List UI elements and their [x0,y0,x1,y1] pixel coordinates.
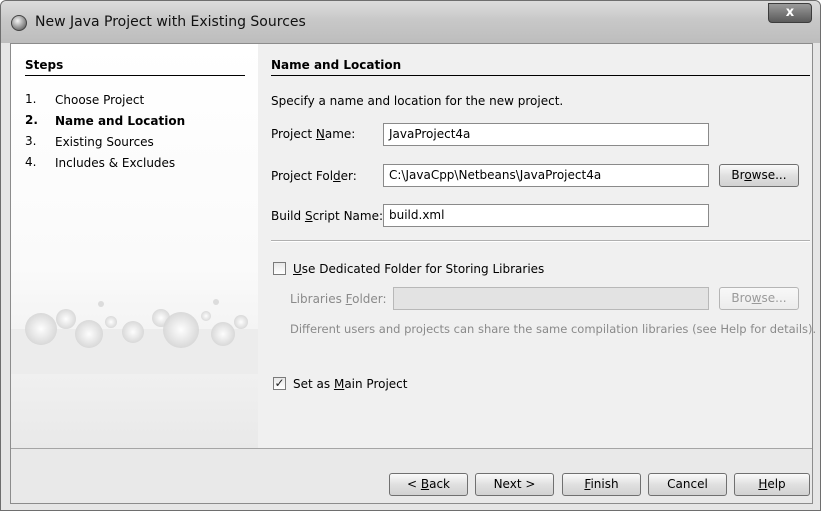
button-text: wse... [751,168,787,182]
mnemonic: w [751,291,762,305]
title-bar[interactable]: New Java Project with Existing Sources x [1,1,820,43]
libraries-folder-label: Libraries Folder: [290,292,387,306]
dialog-client-area: Steps 1. Choose Project 2. Name and Loca… [10,43,816,504]
step-includes-excludes: 4. Includes & Excludes [25,155,250,173]
mnemonic: B [420,477,430,491]
step-label: Includes & Excludes [55,156,176,170]
project-folder-input[interactable]: C:\JavaCpp\Netbeans\JavaProject4a [383,164,709,187]
label-text: ame: [324,127,356,141]
main-project-label[interactable]: Set as Main Project [293,377,407,391]
finish-button[interactable]: Finish [562,473,641,496]
step-number: 4. [25,155,37,169]
label-text: Project Fol [271,169,334,183]
step-label: Existing Sources [55,135,154,149]
step-choose-project: 1. Choose Project [25,92,250,110]
section-heading: Name and Location [271,58,810,76]
checkmark-icon: ✓ [274,376,285,390]
step-number: 2. [25,113,38,127]
dedicated-folder-label[interactable]: Use Dedicated Folder for Storing Librari… [293,262,544,276]
button-text: Br [731,168,745,182]
label-text: se Dedicated Folder for Storing Librarie… [301,262,545,276]
separator [271,240,810,242]
button-text: elp [767,477,786,491]
step-label: Name and Location [55,114,186,128]
label-text: ain Project [344,377,408,391]
step-name-and-location: 2. Name and Location [25,113,250,131]
project-folder-label: Project Folder: [271,169,357,183]
label-text: er: [340,169,357,183]
libraries-note: Different users and projects can share t… [290,322,817,336]
step-number: 1. [25,92,37,106]
button-text: < [406,477,421,491]
window-title: New Java Project with Existing Sources [35,14,306,30]
dedicated-folder-checkbox[interactable] [273,262,286,275]
project-name-input[interactable]: JavaProject4a [383,123,709,146]
help-button[interactable]: Help [734,473,810,496]
button-text: se... [761,291,787,305]
mnemonic: o [744,168,752,182]
browse-project-folder-button[interactable]: Browse... [719,164,799,187]
step-label: Choose Project [55,93,145,107]
label-text: Build [271,209,305,223]
project-name-label: Project Name: [271,127,355,141]
label-text: Project [271,127,316,141]
dialog-window: New Java Project with Existing Sources x… [0,0,821,511]
main-project-checkbox[interactable]: ✓ [273,377,286,390]
panel-description: Specify a name and location for the new … [271,94,564,108]
mnemonic: d [333,169,341,183]
browse-libraries-button[interactable]: Browse... [719,287,799,310]
steps-heading: Steps [25,58,245,76]
label-text: cript Name: [312,209,384,223]
mnemonic: U [293,262,302,276]
build-script-label: Build Script Name: [271,209,383,223]
netbeans-app-icon [11,15,27,31]
mnemonic: N [315,127,325,141]
steps-panel: Steps 1. Choose Project 2. Name and Loca… [11,44,258,448]
mnemonic: H [758,477,768,491]
label-text: older: [352,292,387,306]
close-button[interactable]: x [768,3,812,23]
next-button[interactable]: Next > [475,473,554,496]
button-bar: < Back Next > Finish Cancel Help [11,448,812,503]
button-text: Bro [731,291,752,305]
name-and-location-panel: Name and Location Specify a name and loc… [258,44,816,448]
button-text: ack [429,477,450,491]
mnemonic: M [333,377,345,391]
step-number: 3. [25,134,37,148]
label-text: Libraries [290,292,346,306]
cancel-button[interactable]: Cancel [648,473,727,496]
libraries-folder-input[interactable] [393,287,709,310]
back-button[interactable]: < Back [389,473,468,496]
mnemonic: S [304,209,313,223]
button-text: inish [590,477,619,491]
decorative-bubbles-image [11,299,258,374]
build-script-input[interactable]: build.xml [383,204,709,227]
label-text: Set as [293,377,334,391]
step-existing-sources: 3. Existing Sources [25,134,250,152]
